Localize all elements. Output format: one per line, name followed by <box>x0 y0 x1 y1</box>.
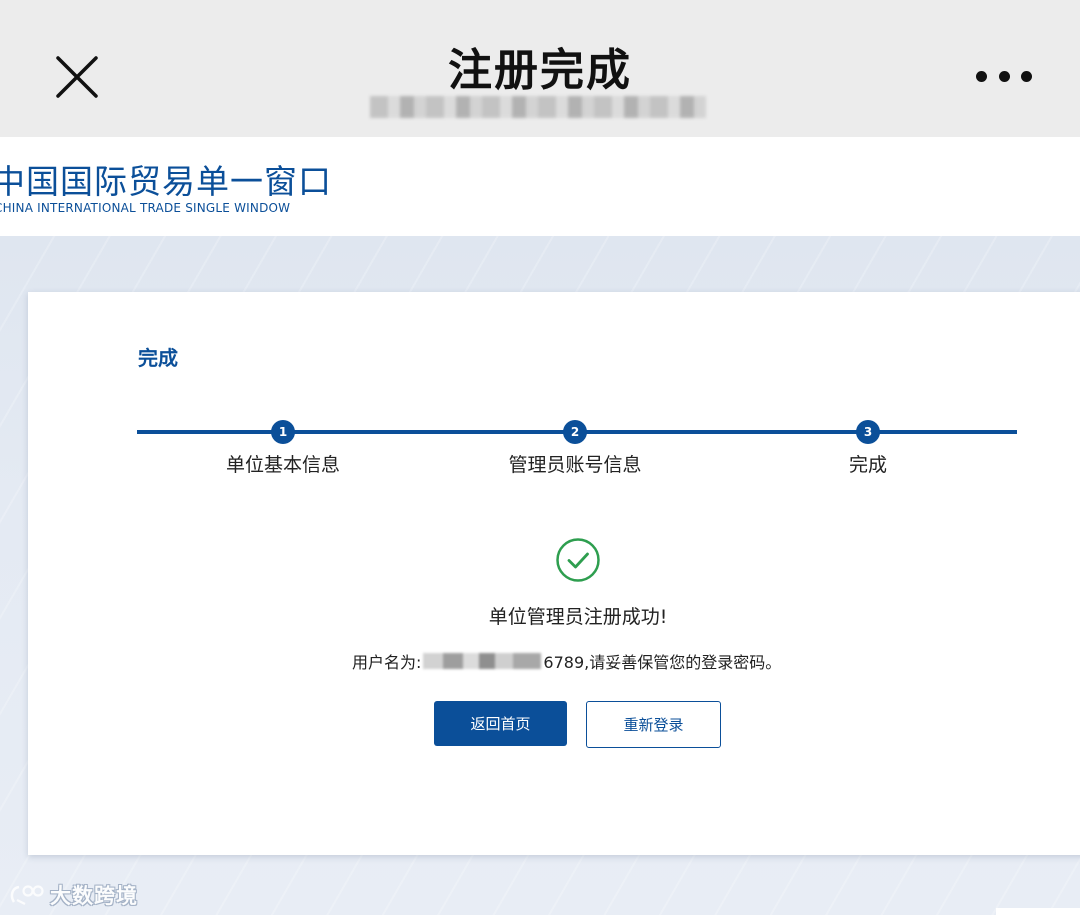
dot <box>1021 70 1032 82</box>
return-home-button[interactable]: 返回首页 <box>434 701 567 746</box>
step-3: 3 完成 <box>778 416 958 477</box>
watermark-logo-icon <box>10 885 44 905</box>
watermark-text: 大数跨境 <box>50 884 138 908</box>
webview-header: 注册完成 <box>0 0 1080 137</box>
dot <box>976 70 987 82</box>
step-3-label: 完成 <box>848 454 887 476</box>
dot <box>998 70 1010 82</box>
check-circle-icon <box>555 537 601 583</box>
site-logo-cn[interactable]: 中国国际贸易单一窗口 <box>0 155 332 203</box>
watermark: 大数跨境 <box>8 880 138 910</box>
url-redacted <box>370 96 706 118</box>
step-1: 1 单位基本信息 <box>193 416 373 477</box>
username-suffix: 6789,请妥善保管您的登录密码。 <box>543 653 782 672</box>
step-2-number: 2 <box>563 420 587 444</box>
page-title: 注册完成 <box>448 45 632 96</box>
username-prefix: 用户名为: <box>352 653 422 672</box>
site-header: 中国国际贸易单一窗口 CHINA INTERNATIONAL TRADE SIN… <box>0 137 1080 236</box>
step-1-label: 单位基本信息 <box>225 454 340 476</box>
site-logo-en: CHINA INTERNATIONAL TRADE SINGLE WINDOW <box>0 201 291 215</box>
step-1-number: 1 <box>271 420 295 444</box>
username-info: 用户名为: 6789,请妥善保管您的登录密码。 <box>352 649 781 673</box>
username-redacted <box>423 653 542 669</box>
success-message: 单位管理员注册成功! <box>488 606 668 628</box>
step-3-number: 3 <box>856 420 880 444</box>
relogin-button[interactable]: 重新登录 <box>586 701 721 748</box>
step-2: 2 管理员账号信息 <box>485 416 665 477</box>
bottom-strip <box>996 908 1080 915</box>
progress-steps: 1 单位基本信息 2 管理员账号信息 3 完成 <box>137 416 1017 476</box>
card-title: 完成 <box>138 346 178 370</box>
registration-complete-card: 完成 1 单位基本信息 2 管理员账号信息 3 完成 单位管理员注册成功! 用户… <box>28 292 1080 855</box>
more-dots-icon[interactable] <box>976 62 1032 90</box>
step-2-label: 管理员账号信息 <box>508 454 642 476</box>
